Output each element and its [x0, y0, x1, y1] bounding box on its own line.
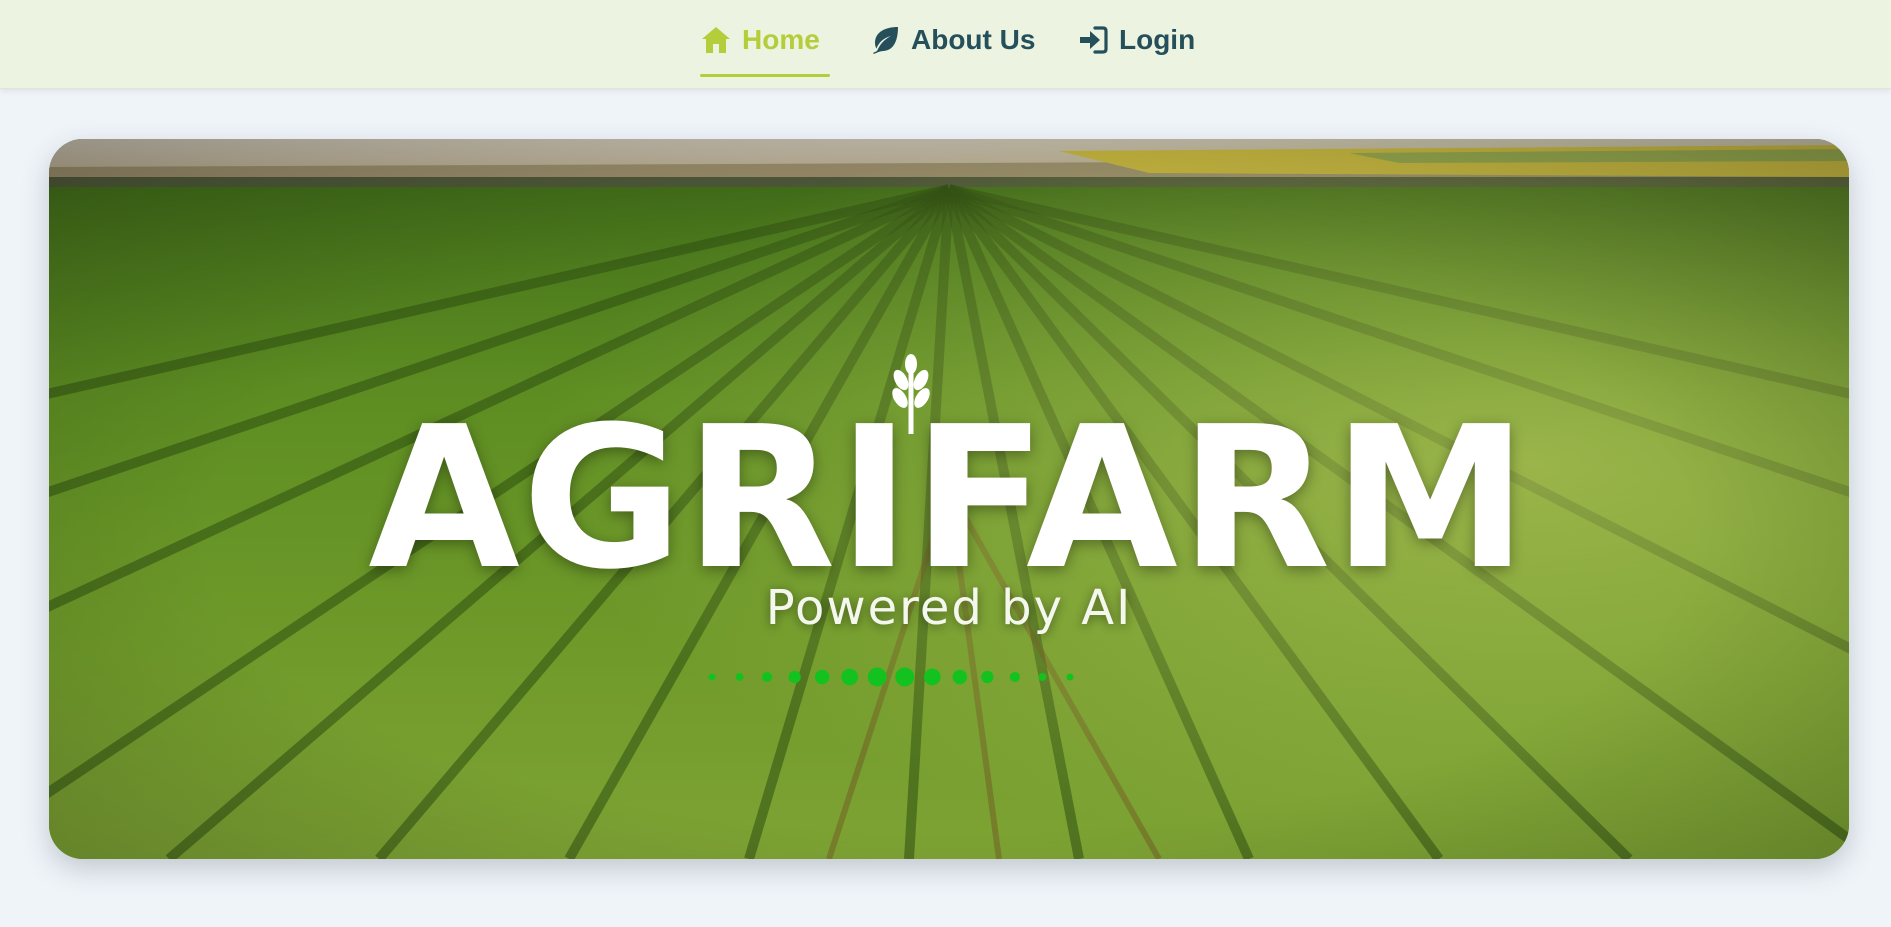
loader-dot: [788, 670, 801, 684]
loading-dots: [708, 667, 1074, 687]
home-icon: [700, 24, 732, 56]
loader-dot: [814, 669, 830, 685]
loader-dot: [952, 669, 968, 685]
nav-login-link[interactable]: Login: [1077, 0, 1197, 80]
nav-home-label: Home: [742, 24, 820, 55]
leaf-icon: [869, 24, 901, 56]
hero-banner: AGRIFARM Powered by AI: [49, 139, 1849, 859]
loader-dot: [1066, 673, 1074, 681]
loader-dot: [1009, 671, 1020, 683]
loader-dot: [923, 668, 941, 686]
agrifarm-logo: AGRIFARM Powered by AI: [49, 354, 1849, 687]
logo-tagline: Powered by AI: [765, 580, 1133, 636]
nav-about-link[interactable]: About Us: [869, 0, 1039, 80]
nav-about-label: About Us: [911, 24, 1036, 55]
loader-dot: [867, 667, 887, 687]
loader-dot: [841, 668, 859, 686]
loader-dot: [762, 671, 773, 683]
loader-dot: [895, 667, 915, 687]
nav-home-link[interactable]: Home: [700, 0, 830, 80]
loader-dot: [1038, 673, 1047, 681]
sign-in-icon: [1077, 24, 1109, 56]
nav-login-label: Login: [1119, 24, 1196, 55]
logo-wordmark: AGRIFARM: [368, 385, 1530, 613]
loader-dot: [981, 670, 994, 684]
top-navbar: Home About Us Login: [0, 0, 1891, 89]
loader-dot: [735, 673, 744, 681]
loader-dot: [708, 673, 716, 681]
